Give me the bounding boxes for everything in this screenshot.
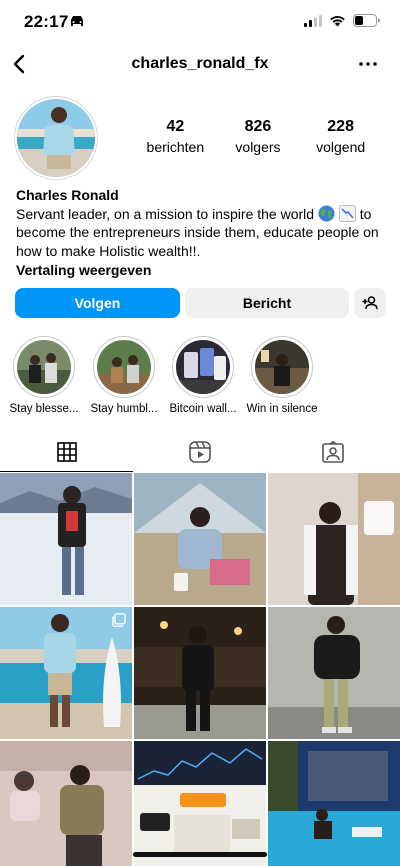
highlight-cover bbox=[176, 340, 230, 394]
highlight-stay-humble[interactable]: Stay humbl... bbox=[84, 336, 164, 415]
follow-button[interactable]: Volgen bbox=[15, 288, 180, 318]
highlight-label: Win in silence bbox=[246, 403, 318, 415]
following-count: 228 bbox=[327, 118, 354, 135]
post-thumbnail[interactable] bbox=[134, 473, 266, 605]
posts-label: berichten bbox=[146, 139, 205, 155]
tab-reels[interactable] bbox=[133, 432, 266, 472]
post-thumbnail[interactable] bbox=[0, 607, 132, 739]
avatar-image bbox=[17, 99, 95, 177]
followers-count: 826 bbox=[244, 118, 272, 135]
profile-avatar[interactable] bbox=[14, 96, 98, 180]
post-thumbnail[interactable] bbox=[268, 607, 400, 739]
posts-count: 42 bbox=[166, 118, 185, 135]
message-button[interactable]: Bericht bbox=[185, 288, 349, 318]
post-thumbnail[interactable] bbox=[134, 607, 266, 739]
post-grid bbox=[0, 473, 400, 866]
bio-text-part1: Servant leader, on a mission to inspire … bbox=[16, 205, 315, 222]
followers-stat[interactable]: 826 volgers bbox=[217, 118, 300, 155]
following-label: volgend bbox=[316, 139, 366, 155]
profile-header: charles_ronald_fx bbox=[0, 44, 400, 86]
wifi-icon bbox=[330, 15, 345, 26]
add-user-icon bbox=[362, 296, 378, 310]
more-options-button[interactable] bbox=[358, 54, 378, 74]
chart-decreasing-emoji-icon bbox=[338, 204, 356, 222]
tagged-icon bbox=[321, 441, 344, 463]
followers-label: volgers bbox=[235, 139, 281, 155]
highlight-cover bbox=[255, 340, 309, 394]
highlight-label: Stay humbl... bbox=[90, 403, 158, 415]
profile-actions: Volgen Bericht bbox=[15, 288, 386, 318]
story-highlights: Stay blesse... Stay humbl... Bitcoin wal… bbox=[0, 336, 400, 418]
profile-username: charles_ronald_fx bbox=[131, 55, 269, 72]
reels-icon bbox=[188, 441, 211, 463]
highlight-cover bbox=[17, 340, 71, 394]
battery-icon bbox=[353, 14, 380, 27]
more-horizontal-icon bbox=[359, 62, 377, 66]
post-thumbnail[interactable] bbox=[268, 741, 400, 866]
highlight-win-in-silence[interactable]: Win in silence bbox=[242, 336, 322, 415]
status-bar: 22:17 bbox=[0, 0, 400, 44]
home-indicator bbox=[133, 852, 267, 857]
following-stat[interactable]: 228 volgend bbox=[299, 118, 382, 155]
posts-stat[interactable]: 42 berichten bbox=[134, 118, 217, 155]
profile-display-name: Charles Ronald bbox=[16, 187, 119, 203]
globe-emoji-icon bbox=[318, 205, 335, 221]
cellular-signal-icon bbox=[304, 14, 322, 27]
see-translation-link[interactable]: Vertaling weergeven bbox=[16, 261, 388, 280]
highlight-stay-blessed[interactable]: Stay blesse... bbox=[4, 336, 84, 415]
highlight-label: Stay blesse... bbox=[9, 403, 79, 415]
post-thumbnail[interactable] bbox=[134, 741, 266, 866]
post-thumbnail[interactable] bbox=[0, 473, 132, 605]
profile-bio: Charles Ronald Servant leader, on a miss… bbox=[16, 186, 388, 280]
tab-tagged[interactable] bbox=[266, 432, 399, 472]
profile-stats: 42 berichten 826 volgers 228 volgend bbox=[134, 118, 382, 155]
car-icon bbox=[71, 16, 83, 26]
suggested-users-button[interactable] bbox=[354, 288, 386, 318]
status-time: 22:17 bbox=[24, 12, 69, 31]
post-thumbnail[interactable] bbox=[268, 473, 400, 605]
tab-posts[interactable] bbox=[0, 432, 133, 472]
post-thumbnail[interactable] bbox=[0, 741, 132, 866]
highlight-cover bbox=[97, 340, 151, 394]
multiple-posts-icon bbox=[112, 613, 126, 627]
bio-text: Servant leader, on a mission to inspire … bbox=[16, 204, 388, 261]
highlight-label: Bitcoin wall... bbox=[169, 403, 237, 415]
highlight-bitcoin-wallet[interactable]: Bitcoin wall... bbox=[163, 336, 243, 415]
grid-icon bbox=[56, 442, 77, 462]
profile-tabs bbox=[0, 432, 400, 472]
active-tab-indicator bbox=[0, 471, 133, 472]
